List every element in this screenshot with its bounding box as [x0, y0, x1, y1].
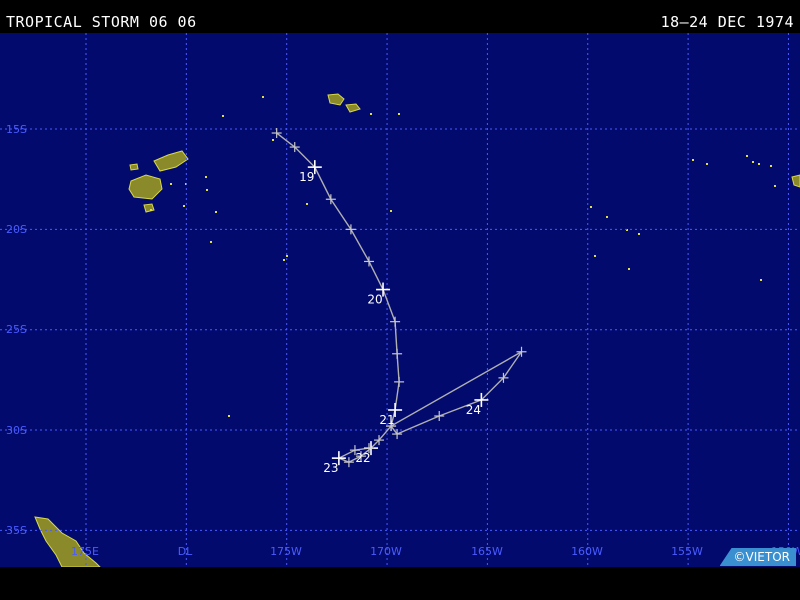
small-island: [606, 216, 608, 218]
credit-badge: ©VIETOR: [719, 548, 796, 566]
day-label-24: 24: [466, 403, 481, 417]
storm-title: TROPICAL STORM 06 06: [6, 13, 197, 31]
small-island: [262, 96, 264, 98]
small-island: [210, 241, 212, 243]
small-island: [206, 189, 208, 191]
small-island: [758, 163, 760, 165]
day-label-23: 23: [323, 461, 338, 475]
small-island: [222, 115, 224, 117]
small-island: [638, 233, 640, 235]
small-island: [398, 113, 400, 115]
lat-label-25s: 25S: [6, 323, 27, 336]
small-island: [774, 185, 776, 187]
small-island: [286, 255, 288, 257]
small-island: [272, 139, 274, 141]
day-label-19: 19: [299, 170, 314, 184]
small-island: [370, 113, 372, 115]
lat-label-35s: 35S: [6, 524, 27, 537]
small-island: [150, 209, 152, 211]
small-island: [170, 183, 172, 185]
lat-label-15s: 15S: [6, 123, 27, 136]
lon-label-165w: 165W: [471, 545, 503, 558]
day-label-20: 20: [367, 293, 382, 307]
day-label-21: 21: [379, 413, 394, 427]
lon-label-175w: 175W: [270, 545, 302, 558]
lon-label-160w: 160W: [571, 545, 603, 558]
small-island: [183, 205, 185, 207]
header-bar: TROPICAL STORM 06 06 18–24 DEC 1974: [0, 0, 800, 33]
small-island: [306, 203, 308, 205]
small-island: [283, 259, 285, 261]
lon-label-175e: 175E: [71, 545, 99, 558]
island-fiji-small: [143, 203, 155, 213]
small-island: [706, 163, 708, 165]
small-island: [692, 159, 694, 161]
day-label-22: 22: [355, 451, 370, 465]
small-island: [746, 155, 748, 157]
date-range: 18–24 DEC 1974: [660, 13, 794, 31]
footer-bar: [0, 567, 800, 600]
small-island: [760, 279, 762, 281]
small-island: [590, 206, 592, 208]
track-map: 15S 20S 25S 30S 35S 175E DL 175W 170W 16…: [0, 33, 800, 567]
small-island: [752, 161, 754, 163]
small-island: [205, 176, 207, 178]
lon-label-155w: 155W: [671, 545, 703, 558]
small-island: [228, 415, 230, 417]
lon-label-dl: DL: [178, 545, 193, 558]
small-island: [628, 268, 630, 270]
small-island: [390, 210, 392, 212]
island-fiji-small-2: [129, 163, 139, 171]
small-island: [215, 211, 217, 213]
small-island: [594, 255, 596, 257]
lat-label-20s: 20S: [6, 223, 27, 236]
small-island: [770, 165, 772, 167]
lon-label-170w: 170W: [370, 545, 402, 558]
lat-label-30s: 30S: [6, 424, 27, 437]
